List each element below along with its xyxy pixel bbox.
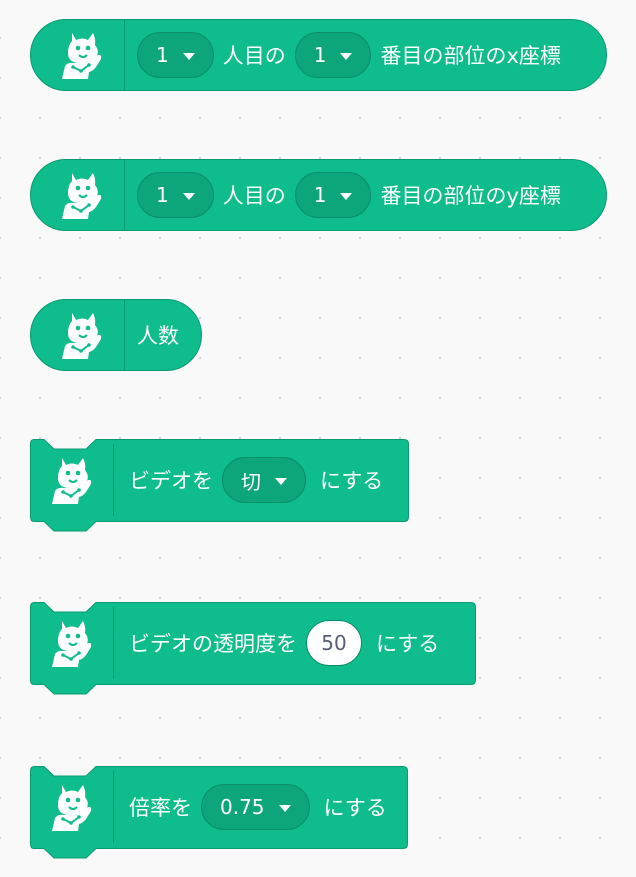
ratio-block[interactable]: 倍率を 0.75 にする: [30, 766, 408, 862]
dropdown-arrow-icon: [182, 192, 195, 200]
person-number-dropdown[interactable]: 1: [137, 172, 214, 218]
video-transparency-block[interactable]: ビデオの透明度を 50 にする: [30, 602, 476, 698]
person-number-value: 1: [156, 183, 169, 207]
posenet-icon: [46, 454, 98, 506]
y-coordinate-block[interactable]: 1 人目の 1 番目の部位のy座標: [30, 159, 607, 231]
ratio-dropdown[interactable]: 0.75: [201, 784, 310, 830]
person-label: 人目の: [222, 44, 286, 68]
posenet-icon: [46, 781, 98, 833]
posenet-extension-icon: [30, 771, 114, 843]
part-number-value: 1: [313, 183, 327, 207]
y-coordinate-label: 番目の部位のy座標: [380, 184, 561, 208]
posenet-icon: [56, 309, 108, 361]
posenet-icon: [46, 617, 98, 669]
person-number-value: 1: [156, 43, 169, 67]
person-label: 人目の: [222, 184, 286, 208]
dropdown-arrow-icon: [275, 477, 287, 485]
video-state-dropdown[interactable]: 切: [222, 457, 306, 503]
posenet-icon: [56, 169, 108, 221]
posenet-extension-icon: [39, 20, 125, 90]
dropdown-arrow-icon: [340, 192, 353, 200]
transparency-value: 50: [321, 631, 347, 655]
video-toggle-block[interactable]: ビデオを 切 にする: [30, 439, 410, 535]
dropdown-arrow-icon: [278, 804, 291, 812]
ratio-suffix-label: にする: [323, 796, 387, 820]
posenet-extension-icon: [30, 444, 114, 516]
people-count-label: 人数: [137, 324, 179, 348]
posenet-extension-icon: [39, 160, 125, 230]
part-number-value: 1: [313, 43, 327, 67]
ratio-value: 0.75: [220, 795, 265, 819]
transparency-suffix-label: にする: [376, 632, 440, 656]
x-coordinate-block[interactable]: 1 人目の 1 番目の部位のx座標: [30, 19, 607, 91]
x-coordinate-label: 番目の部位のx座標: [380, 44, 561, 68]
part-number-dropdown[interactable]: 1: [294, 32, 372, 78]
video-state-value: 切: [241, 469, 261, 494]
person-number-dropdown[interactable]: 1: [137, 32, 214, 78]
part-number-dropdown[interactable]: 1: [294, 172, 372, 218]
dropdown-arrow-icon: [340, 52, 353, 60]
posenet-extension-icon: [30, 607, 114, 679]
posenet-icon: [56, 29, 108, 81]
video-label: ビデオを: [129, 469, 213, 493]
posenet-extension-icon: [39, 300, 125, 370]
transparency-label: ビデオの透明度を: [129, 632, 297, 656]
video-suffix-label: にする: [320, 469, 384, 493]
people-count-block[interactable]: 人数: [30, 299, 202, 371]
transparency-input[interactable]: 50: [306, 620, 362, 666]
dropdown-arrow-icon: [182, 52, 195, 60]
ratio-label: 倍率を: [129, 796, 192, 820]
